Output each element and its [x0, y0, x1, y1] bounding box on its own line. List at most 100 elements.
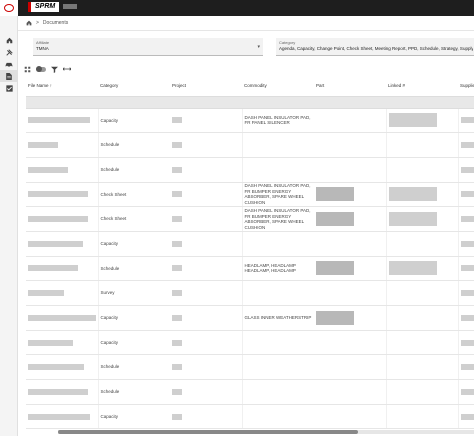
- table-row[interactable]: Capacity DASH PANEL INSULATOR PAD, FR PAN…: [26, 108, 474, 134]
- sidebar-item-home[interactable]: [0, 34, 18, 46]
- supplier-cell: [458, 108, 474, 134]
- affiliate-select[interactable]: Affiliate TMNA ▾: [33, 38, 263, 56]
- redacted-supplier: [460, 314, 474, 321]
- supplier-cell: [458, 132, 474, 158]
- category-cell: Schedule: [98, 379, 170, 405]
- project-cell: [170, 206, 243, 232]
- chevron-down-icon: ▾: [257, 44, 260, 50]
- linked-filter[interactable]: [386, 96, 458, 109]
- home-icon: [6, 37, 12, 43]
- redacted-part: [316, 187, 354, 202]
- column-header-file-name[interactable]: File Name ↑: [26, 76, 98, 97]
- file-name-cell: [26, 280, 99, 306]
- redacted-file-name[interactable]: [28, 265, 78, 272]
- part-filter[interactable]: [314, 96, 386, 109]
- table-row[interactable]: Schedule: [26, 157, 474, 183]
- redacted-file-name[interactable]: [28, 413, 90, 420]
- sort-asc-icon[interactable]: ↑: [50, 83, 52, 88]
- file-name-cell: [26, 354, 99, 381]
- file-name-cell: [26, 330, 99, 356]
- toggle-icon[interactable]: [36, 65, 46, 72]
- sidebar-item-documents[interactable]: [0, 70, 18, 82]
- file-name-cell: [26, 132, 99, 158]
- sidebar-item-tools[interactable]: [0, 46, 18, 58]
- column-header-commodity[interactable]: Commodity: [242, 76, 314, 97]
- linked-cell: [386, 280, 459, 306]
- file-name-cell: [26, 231, 99, 257]
- category-filter[interactable]: [98, 96, 170, 109]
- column-header-category[interactable]: Category: [98, 76, 170, 97]
- redacted-file-name[interactable]: [28, 388, 88, 395]
- table-row[interactable]: Schedule: [26, 354, 474, 381]
- project-cell: [170, 256, 243, 282]
- sidebar-item-vehicles[interactable]: [0, 58, 18, 70]
- filter-icon[interactable]: [51, 66, 58, 73]
- linked-cell: [386, 379, 459, 405]
- commodity-cell: [242, 379, 314, 405]
- linked-cell: [386, 330, 459, 356]
- project-filter[interactable]: [170, 96, 242, 109]
- resize-icon[interactable]: [63, 66, 71, 72]
- redacted-supplier: [460, 339, 474, 346]
- scrollbar-thumb[interactable]: [58, 430, 358, 434]
- linked-cell: [386, 132, 459, 158]
- redacted-file-name[interactable]: [28, 216, 88, 223]
- file-name-filter[interactable]: [26, 96, 98, 109]
- linked-cell: [386, 231, 459, 257]
- redacted-supplier: [460, 265, 474, 272]
- breadcrumb-current[interactable]: Documents: [43, 20, 68, 26]
- category-cell: Capacity: [98, 404, 170, 430]
- project-cell: [170, 157, 243, 183]
- commodity-cell: [242, 231, 314, 257]
- redacted-project: [172, 388, 182, 395]
- redacted-project: [172, 191, 182, 198]
- column-header-project[interactable]: Project: [170, 76, 242, 97]
- column-header-supplier[interactable]: Supplier: [458, 76, 474, 97]
- redacted-file-name[interactable]: [28, 166, 68, 173]
- column-header-part[interactable]: Part: [314, 76, 386, 97]
- redacted-project: [172, 216, 182, 223]
- table-row[interactable]: Capacity: [26, 404, 474, 430]
- redacted-project: [172, 117, 182, 124]
- redacted-file-name[interactable]: [28, 290, 64, 297]
- table-row[interactable]: Schedule: [26, 379, 474, 405]
- table-row[interactable]: Survey: [26, 280, 474, 306]
- project-cell: [170, 132, 243, 158]
- category-value: Agenda, Capacity, Change Point, Check Sh…: [279, 46, 473, 51]
- brand-logo[interactable]: SPRM: [28, 2, 60, 12]
- redacted-file-name[interactable]: [28, 117, 90, 124]
- column-header-linked[interactable]: Linked #: [386, 76, 458, 97]
- redacted-file-name[interactable]: [28, 364, 84, 371]
- category-select[interactable]: Category Agenda, Capacity, Change Point,…: [276, 38, 474, 56]
- table-row[interactable]: Schedule: [26, 132, 474, 158]
- redacted-file-name[interactable]: [28, 191, 88, 198]
- table-row[interactable]: Capacity GLASS INNER WEATHERSTRIP: [26, 305, 474, 331]
- redacted-file-name[interactable]: [28, 240, 83, 247]
- horizontal-scrollbar[interactable]: [58, 430, 474, 434]
- project-cell: [170, 108, 243, 134]
- commodity-filter[interactable]: [242, 96, 314, 109]
- category-cell: Schedule: [98, 256, 170, 282]
- redacted-linked: [388, 113, 437, 128]
- redacted-file-name[interactable]: [28, 142, 58, 149]
- breadcrumb-home-icon[interactable]: [26, 20, 32, 26]
- toyota-logo[interactable]: [0, 0, 18, 16]
- checkbox-icon: [5, 84, 13, 92]
- table-row[interactable]: Capacity: [26, 330, 474, 356]
- density-icon[interactable]: [24, 66, 31, 73]
- supplier-filter[interactable]: [458, 96, 474, 109]
- filter-row: [26, 96, 474, 109]
- part-cell: [314, 404, 387, 430]
- redacted-part: [316, 212, 354, 227]
- part-cell: [314, 157, 387, 183]
- commodity-cell: [242, 280, 314, 306]
- redacted-file-name[interactable]: [28, 339, 73, 346]
- table-row[interactable]: Check Sheet DASH PANEL INSULATOR PAD, FR …: [26, 182, 474, 208]
- supplier-cell: [458, 354, 474, 381]
- table-row[interactable]: Check Sheet DASH PANEL INSULATOR PAD, FR …: [26, 206, 474, 232]
- sidebar-item-tasks[interactable]: [0, 82, 18, 94]
- table-row[interactable]: Capacity: [26, 231, 474, 257]
- table-row[interactable]: Schedule HEADLAMP, HEADLAMP HEADLAMP, HEA…: [26, 256, 474, 282]
- redacted-file-name[interactable]: [28, 314, 96, 321]
- redacted-supplier: [460, 413, 474, 420]
